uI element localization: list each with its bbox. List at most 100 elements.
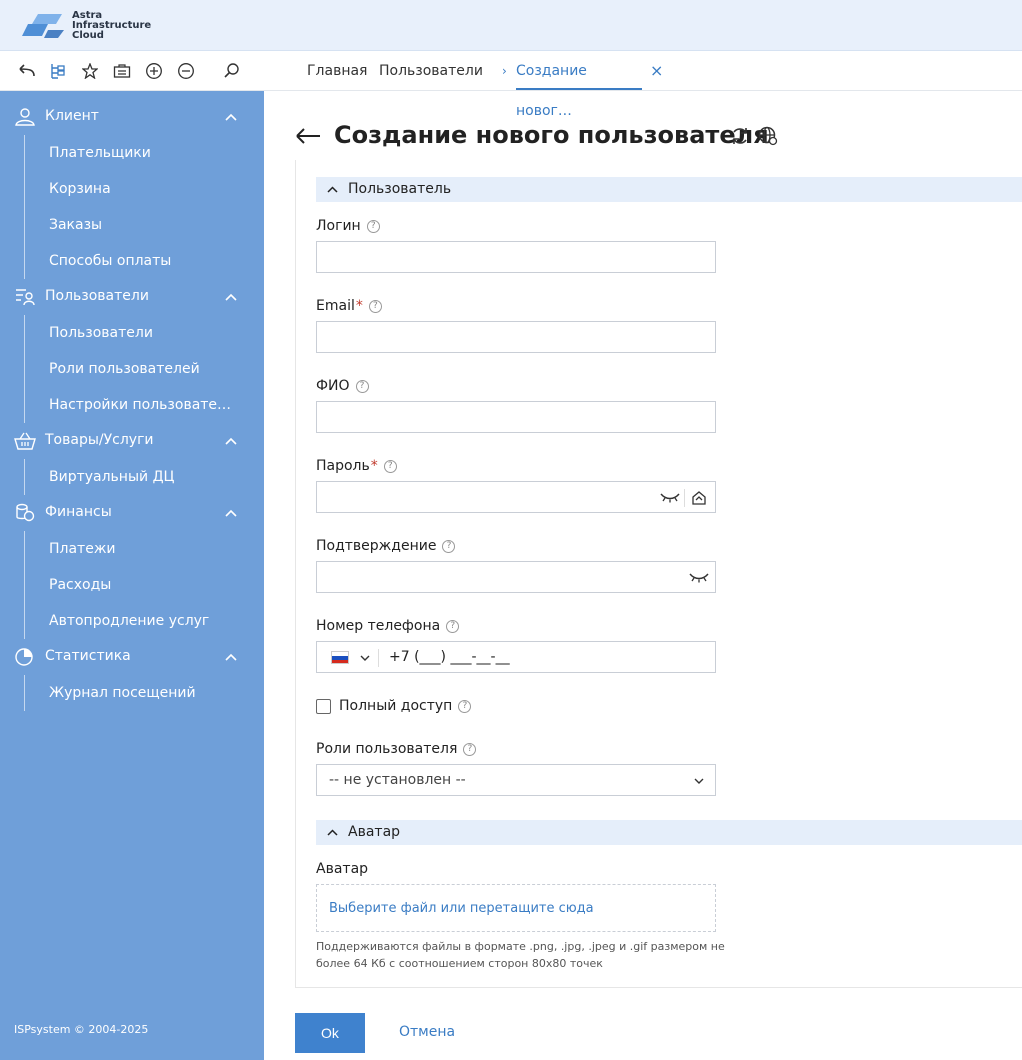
briefcase-icon[interactable]: [106, 51, 138, 91]
tab-users[interactable]: Пользователи: [379, 51, 483, 91]
brand-name: Astra Infrastructure Cloud: [72, 11, 151, 41]
help-icon[interactable]: ?: [366, 219, 380, 233]
coins-icon: [16, 503, 35, 522]
email-input[interactable]: [316, 321, 716, 353]
sidebar-tree-line: [24, 459, 25, 495]
sidebar-item-orders[interactable]: Заказы: [49, 207, 102, 243]
section-user-header[interactable]: Пользователь: [316, 177, 1022, 202]
full-access-checkbox[interactable]: [316, 699, 331, 714]
refresh-icon[interactable]: [730, 126, 750, 146]
chevron-up-icon: [327, 829, 338, 836]
tab-create-user[interactable]: Создание новог…: [516, 51, 642, 119]
full-access-label-text[interactable]: Полный доступ: [339, 698, 452, 714]
globe-icon[interactable]: [758, 126, 778, 146]
sidebar-group-statistics[interactable]: Статистика: [0, 639, 264, 675]
eye-closed-icon[interactable]: [689, 570, 709, 584]
sidebar-item-expenses[interactable]: Расходы: [49, 567, 111, 603]
sidebar-tree-line: [24, 315, 25, 423]
ok-button[interactable]: Ok: [295, 1013, 365, 1053]
chevron-up-icon[interactable]: [224, 110, 238, 124]
sidebar-item-virtual-dc[interactable]: Виртуальный ДЦ: [49, 459, 174, 495]
tab-chevron-icon: ›: [502, 64, 507, 78]
phone-input[interactable]: +7 (___) ___-__-__: [316, 641, 716, 673]
tab-close-icon[interactable]: ×: [650, 51, 663, 91]
user-icon: [15, 108, 35, 126]
email-label-text: Email: [316, 298, 355, 314]
login-input[interactable]: [316, 241, 716, 273]
avatar-label: Аватар: [316, 861, 368, 877]
sidebar-group-label: Статистика: [45, 648, 131, 664]
sidebar-item-payers[interactable]: Плательщики: [49, 135, 151, 171]
help-icon[interactable]: ?: [368, 299, 382, 313]
sidebar-item-users[interactable]: Пользователи: [49, 315, 153, 351]
section-avatar-header[interactable]: Аватар: [316, 820, 1022, 845]
sidebar-group-users[interactable]: Пользователи: [0, 279, 264, 315]
roles-select[interactable]: -- не установлен --: [316, 764, 716, 796]
roles-select-value: -- не установлен --: [329, 772, 466, 788]
chevron-up-icon: [327, 186, 338, 193]
avatar-dropzone[interactable]: Выберите файл или перетащите сюда: [316, 884, 716, 932]
roles-label-text: Роли пользователя: [316, 741, 458, 757]
chevron-down-icon: [694, 778, 704, 784]
eye-closed-icon[interactable]: [660, 490, 680, 504]
help-icon[interactable]: ?: [442, 539, 456, 553]
required-mark: *: [355, 298, 363, 314]
password-input[interactable]: [316, 481, 716, 513]
sidebar-item-autorenew[interactable]: Автопродление услуг: [49, 603, 209, 639]
email-label: Email * ?: [316, 298, 382, 314]
sidebar-group-client[interactable]: Клиент: [0, 99, 264, 135]
phone-label-text: Номер телефона: [316, 618, 441, 634]
users-list-icon: [16, 289, 35, 306]
search-icon[interactable]: [216, 51, 248, 91]
chevron-down-icon[interactable]: [359, 653, 371, 663]
top-header: Astra Infrastructure Cloud: [0, 0, 1022, 51]
sidebar-item-payment-methods[interactable]: Способы оплаты: [49, 243, 171, 279]
help-icon[interactable]: ?: [458, 699, 472, 713]
page-title: Создание нового пользователя: [334, 121, 769, 149]
tab-home[interactable]: Главная: [307, 51, 367, 91]
password-label-text: Пароль: [316, 458, 370, 474]
generate-password-icon[interactable]: [690, 489, 708, 507]
back-arrow-icon[interactable]: [294, 124, 322, 148]
password-label: Пароль * ?: [316, 458, 397, 474]
tab-bar: Главная Пользователи › Создание новог… ×: [264, 51, 1022, 119]
fio-label: ФИО ?: [316, 378, 369, 394]
avatar-label-text: Аватар: [316, 861, 369, 877]
avatar-dropzone-text[interactable]: Выберите файл или перетащите сюда: [329, 901, 594, 916]
sidebar-item-payments[interactable]: Платежи: [49, 531, 116, 567]
title-actions: [730, 126, 778, 146]
fio-input[interactable]: [316, 401, 716, 433]
chevron-up-icon[interactable]: [224, 650, 238, 664]
sidebar-tree-line: [24, 531, 25, 639]
star-icon[interactable]: [74, 51, 106, 91]
input-divider: [378, 649, 379, 667]
sidebar-tree-line: [24, 675, 25, 711]
sidebar-group-products[interactable]: Товары/Услуги: [0, 423, 264, 459]
zoom-in-icon[interactable]: [138, 51, 170, 91]
help-icon[interactable]: ?: [355, 379, 369, 393]
zoom-out-icon[interactable]: [170, 51, 202, 91]
help-icon[interactable]: ?: [383, 459, 397, 473]
chevron-up-icon[interactable]: [224, 506, 238, 520]
required-mark: *: [370, 458, 378, 474]
help-icon[interactable]: ?: [463, 742, 477, 756]
sidebar-item-cart[interactable]: Корзина: [49, 171, 111, 207]
sidebar-tree-line: [24, 135, 25, 279]
confirm-password-input[interactable]: [316, 561, 716, 593]
phone-label: Номер телефона ?: [316, 618, 460, 634]
chevron-up-icon[interactable]: [224, 290, 238, 304]
sidebar-item-user-settings[interactable]: Настройки пользовате…: [49, 387, 231, 423]
sidebar-item-user-roles[interactable]: Роли пользователей: [49, 351, 200, 387]
help-icon[interactable]: ?: [446, 619, 460, 633]
confirm-label-text: Подтверждение: [316, 538, 437, 554]
chevron-up-icon[interactable]: [224, 434, 238, 448]
back-icon[interactable]: [10, 51, 42, 91]
phone-value: +7 (___) ___-__-__: [389, 649, 510, 665]
cancel-button[interactable]: Отмена: [399, 1024, 455, 1040]
sidebar-item-visit-log[interactable]: Журнал посещений: [49, 675, 196, 711]
sidebar-group-finance[interactable]: Финансы: [0, 495, 264, 531]
copyright: ISPsystem © 2004-2025: [14, 1023, 149, 1036]
tree-icon[interactable]: [42, 51, 74, 91]
brand-logo[interactable]: Astra Infrastructure Cloud: [18, 10, 151, 42]
russia-flag-icon[interactable]: [331, 651, 349, 664]
